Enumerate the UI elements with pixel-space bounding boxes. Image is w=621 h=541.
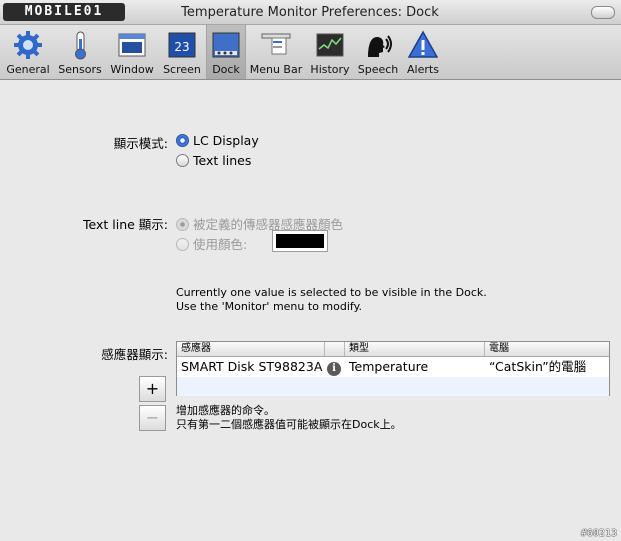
color-swatch [276, 234, 324, 248]
tab-menu-bar[interactable]: Menu Bar [248, 25, 304, 79]
column-header-sensor[interactable]: 感應器 [177, 342, 325, 356]
tab-sensors[interactable]: Sensors [55, 25, 105, 79]
tab-speech[interactable]: Speech [355, 25, 401, 79]
calendar-screen-icon: 23 [166, 29, 198, 61]
window-title: Temperature Monitor Preferences: Dock [181, 5, 439, 20]
radio-button-selected[interactable] [176, 134, 189, 147]
toolbar-toggle-button[interactable] [591, 6, 615, 19]
tab-alerts[interactable]: Alerts [402, 25, 444, 79]
column-header-info[interactable] [325, 342, 345, 356]
color-well[interactable] [272, 230, 328, 252]
tab-screen[interactable]: 23 Screen [159, 25, 205, 79]
column-header-computer[interactable]: 電腦 [485, 342, 611, 356]
radio-button-disabled-selected[interactable] [176, 218, 189, 231]
add-sensor-button[interactable]: + [139, 376, 166, 402]
preferences-toolbar: General Sensors Window 23 Screen Dock Me… [0, 25, 621, 80]
info-icon[interactable]: i [327, 357, 347, 377]
radio-button[interactable] [176, 154, 189, 167]
alert-triangle-icon [407, 29, 439, 61]
speech-head-icon [362, 29, 394, 61]
tab-dock[interactable]: Dock [206, 25, 246, 79]
tab-general[interactable]: General [2, 25, 54, 79]
table-row[interactable]: SMART Disk ST98823A i Temperature “CatSk… [177, 357, 609, 377]
menu-bar-icon [260, 29, 292, 61]
table-header: 感應器 類型 電腦 [177, 342, 609, 357]
thermometer-icon [64, 29, 96, 61]
dock-info-text: Currently one value is selected to be vi… [176, 286, 487, 313]
dock-icon [210, 29, 242, 61]
radio-button-disabled[interactable] [176, 238, 189, 251]
tab-window[interactable]: Window [106, 25, 158, 79]
history-chart-icon [314, 29, 346, 61]
site-logo: MOBILE01 [3, 3, 125, 21]
cell-computer: “CatSkin”的電腦 [489, 359, 587, 374]
display-mode-label: 顯示模式: [113, 136, 168, 151]
text-line-display-label: Text line 顯示: [83, 217, 168, 232]
tab-history[interactable]: History [306, 25, 354, 79]
radio-use-color[interactable]: 使用顏色: [176, 234, 247, 253]
remove-sensor-button[interactable]: − [139, 405, 166, 431]
cell-type: Temperature [349, 359, 429, 374]
gear-icon [12, 29, 44, 61]
radio-text-lines[interactable]: Text lines [176, 153, 251, 168]
radio-lc-display[interactable]: LC Display [176, 133, 259, 148]
table-row-empty [177, 377, 609, 396]
window-icon [116, 29, 148, 61]
title-bar: MOBILE01 Temperature Monitor Preferences… [0, 0, 621, 25]
svg-text:23: 23 [174, 40, 189, 54]
sensor-display-label: 感應器顯示: [101, 347, 168, 362]
watermark: #60213 [580, 528, 617, 539]
cell-sensor: SMART Disk ST98823A [181, 359, 323, 374]
column-header-type[interactable]: 類型 [345, 342, 485, 356]
sensor-table[interactable]: 感應器 類型 電腦 SMART Disk ST98823A i Temperat… [176, 341, 610, 396]
sensor-hint-text: 增加感應器的命令。 只有第一二個感應器值可能被顯示在Dock上。 [176, 404, 402, 431]
